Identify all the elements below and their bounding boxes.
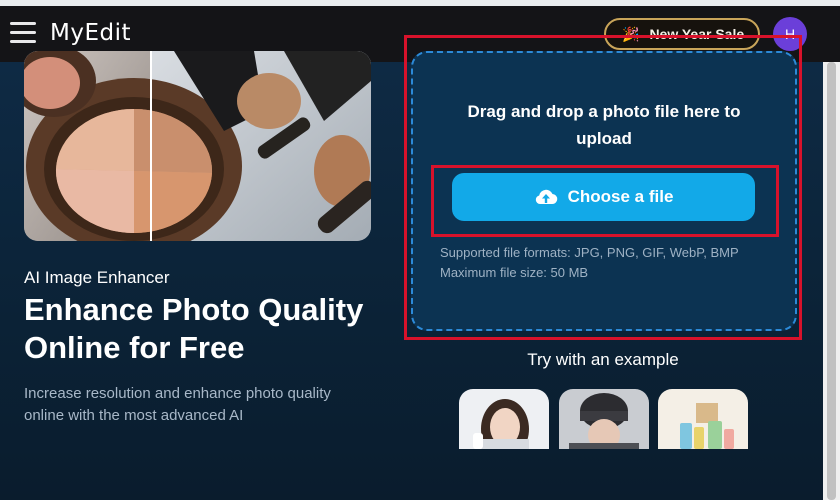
hamburger-menu-icon[interactable]: [10, 22, 36, 44]
hero-image: [24, 51, 371, 241]
annotation-inner-box: [431, 165, 779, 237]
example-thumbnail-2[interactable]: [559, 389, 649, 449]
example-thumbnail-1[interactable]: [459, 389, 549, 449]
max-file-size: Maximum file size: 50 MB: [440, 265, 589, 280]
file-requirements: Supported file formats: JPG, PNG, GIF, W…: [440, 243, 780, 283]
page-scrollbar[interactable]: [823, 62, 840, 500]
hero-description: Increase resolution and enhance photo qu…: [24, 385, 331, 424]
upload-instruction: Drag and drop a photo file here to uploa…: [467, 102, 741, 148]
scrollbar-thumb[interactable]: [827, 62, 836, 500]
supported-formats: Supported file formats: JPG, PNG, GIF, W…: [440, 245, 739, 260]
logo[interactable]: MyEdit: [50, 20, 131, 46]
examples-title: Try with an example: [527, 350, 679, 369]
hero-subtitle: AI Image Enhancer: [24, 268, 170, 287]
hero-title: Enhance Photo Quality Online for Free: [24, 292, 364, 365]
example-thumbnail-3[interactable]: [658, 389, 748, 449]
